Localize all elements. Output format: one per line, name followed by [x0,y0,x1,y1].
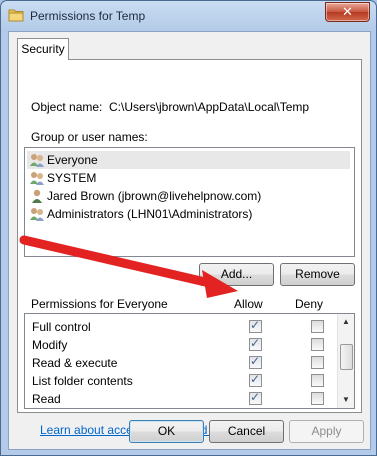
permission-name: List folder contents [32,374,133,388]
user-item-jared-brown[interactable]: Jared Brown (jbrown@livehelpnow.com) [27,187,350,205]
check-icon: ✓ [250,390,261,404]
ok-button[interactable]: OK [129,420,204,443]
deny-checkbox[interactable] [311,356,324,369]
user-icon [32,189,42,203]
users-group-icon [30,172,44,185]
deny-checkbox[interactable] [311,320,324,333]
permissions-dialog: Permissions for Temp ✕ Security Object n… [0,0,377,456]
deny-column-header: Deny [295,297,324,311]
deny-checkbox[interactable] [311,392,324,405]
user-item-everyone[interactable]: Everyone [27,151,350,169]
permission-name: Full control [32,320,91,334]
tab-security-label: Security [21,42,65,56]
apply-button[interactable]: Apply [289,420,364,443]
allow-checkbox[interactable]: ✓ [249,336,262,351]
title-bar[interactable]: Permissions for Temp ✕ [1,1,376,31]
permissions-scrollbar[interactable]: ▲ ▼ [337,314,354,408]
user-list[interactable]: Everyone SYSTEM Jared Brown (jbrown@live… [24,147,355,257]
group-or-user-names-label: Group or user names: [31,130,148,144]
close-icon: ✕ [342,4,353,19]
scroll-down-icon[interactable]: ▼ [338,392,354,408]
permission-row-full-control: Full control ✓ [25,318,335,336]
permission-row-list-folder-contents: List folder contents ✓ [25,372,335,390]
object-name-label: Object name: [31,100,103,114]
user-name: Administrators (LHN01\Administrators) [47,207,253,221]
user-item-administrators[interactable]: Administrators (LHN01\Administrators) [27,205,350,223]
users-group-icon [30,208,44,221]
check-icon: ✓ [250,372,261,386]
permissions-header: Permissions for Everyone [31,297,168,311]
check-icon: ✓ [250,336,261,350]
user-name: Jared Brown (jbrown@livehelpnow.com) [47,189,262,203]
check-icon: ✓ [250,354,261,368]
add-button[interactable]: Add... [199,263,274,286]
permission-row-read-execute: Read & execute ✓ [25,354,335,372]
dialog-client-area: Security Object name: C:\Users\jbrown\Ap… [8,31,371,450]
allow-column-header: Allow [234,297,263,311]
users-group-icon [30,154,44,167]
tab-security[interactable]: Security [17,38,69,60]
scrollbar-thumb[interactable] [340,344,353,370]
remove-button[interactable]: Remove [280,263,355,286]
user-name: Everyone [47,153,98,167]
permission-row-read: Read ✓ [25,390,335,408]
close-button[interactable]: ✕ [325,2,370,22]
deny-checkbox[interactable] [311,374,324,387]
allow-checkbox[interactable]: ✓ [249,390,262,405]
scroll-up-icon[interactable]: ▲ [338,314,354,330]
user-item-system[interactable]: SYSTEM [27,169,350,187]
security-tab-panel: Object name: C:\Users\jbrown\AppData\Loc… [17,59,362,437]
check-icon: ✓ [250,318,261,332]
object-name-value: C:\Users\jbrown\AppData\Local\Temp [109,100,310,114]
allow-checkbox[interactable]: ✓ [249,354,262,369]
window-title: Permissions for Temp [30,9,146,23]
deny-checkbox[interactable] [311,338,324,351]
permission-name: Modify [32,338,68,352]
permission-name: Read [32,392,61,406]
folder-icon [8,9,24,22]
allow-checkbox[interactable]: ✓ [249,372,262,387]
allow-checkbox[interactable]: ✓ [249,318,262,333]
permissions-list: Full control ✓ Modify ✓ Read & execute ✓… [24,313,355,409]
user-name: SYSTEM [47,171,97,185]
cancel-button[interactable]: Cancel [209,420,284,443]
permission-row-modify: Modify ✓ [25,336,335,354]
permission-name: Read & execute [32,356,118,370]
